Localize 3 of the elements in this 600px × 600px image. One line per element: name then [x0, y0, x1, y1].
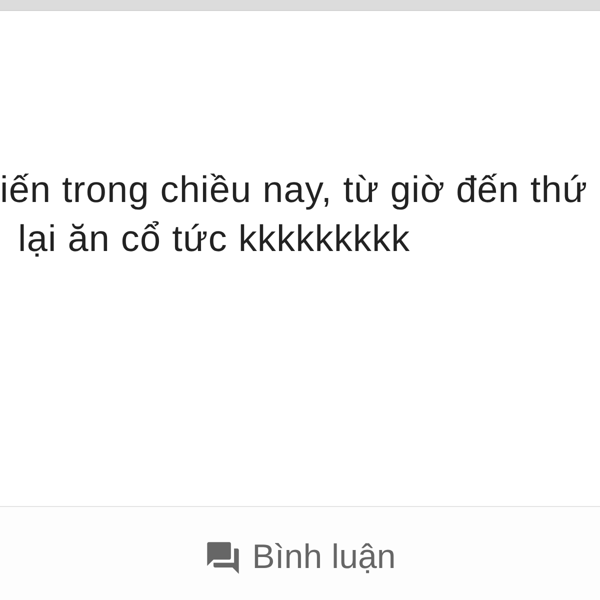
post-text-line: lại ăn cổ tức kkkkkkkkk — [18, 217, 410, 261]
comment-button[interactable]: Bình luận — [200, 536, 400, 576]
post-text-line: iến trong chiều nay, từ giờ đến thứ — [0, 168, 588, 212]
